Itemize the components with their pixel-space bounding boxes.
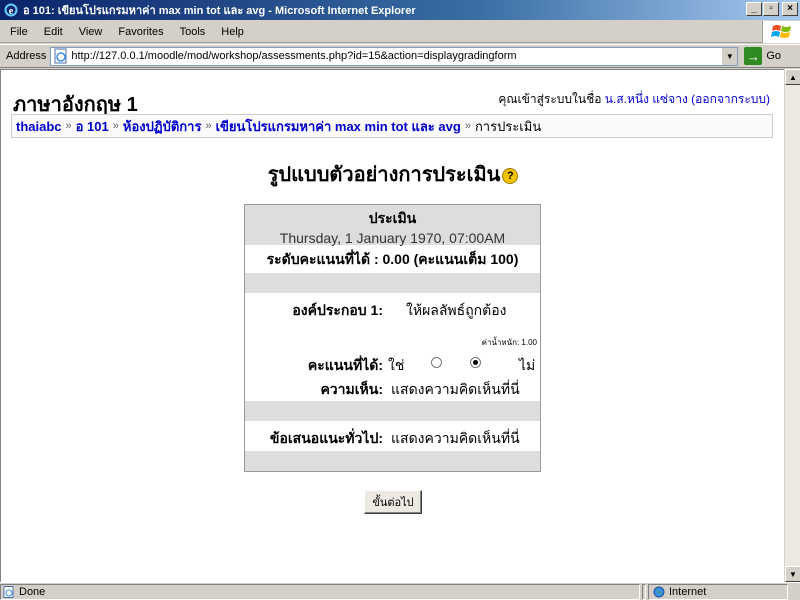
breadcrumb-site[interactable]: thaiabc (16, 119, 62, 134)
address-field[interactable]: ▼ (50, 46, 739, 66)
menu-help[interactable]: Help (213, 22, 252, 42)
page-done-icon (3, 585, 15, 598)
breadcrumb-course[interactable]: อ 101 (76, 116, 109, 137)
grading-form: ประเมิน Thursday, 1 January 1970, 07:00A… (244, 204, 541, 472)
login-info: คุณเข้าสู่ระบบในชื่อ น.ส.หนึ่ง แซ่จาง (อ… (498, 90, 770, 109)
form-header: ประเมิน Thursday, 1 January 1970, 07:00A… (245, 205, 540, 246)
no-label: ไม่ (519, 357, 536, 373)
menu-view[interactable]: View (71, 22, 111, 42)
globe-icon (653, 586, 665, 598)
menu-bar: File Edit View Favorites Tools Help (0, 21, 800, 43)
continue-button[interactable]: ขั้นต่อไป (364, 490, 422, 514)
menu-favorites[interactable]: Favorites (110, 22, 171, 42)
breadcrumb-separator: » (65, 120, 72, 132)
element-label: องค์ประกอบ 1: (292, 302, 383, 318)
breadcrumb-workshops[interactable]: ห้องปฏิบัติการ (123, 116, 202, 137)
zone-text: Internet (669, 585, 707, 598)
breadcrumb-activity[interactable]: เขียนโปรแกรมหาค่า max min tot และ avg (216, 116, 461, 137)
form-divider (245, 451, 540, 471)
security-zone: Internet (648, 583, 788, 600)
go-arrow-icon: → (744, 47, 763, 65)
status-text-area: Done (0, 583, 640, 600)
form-divider (245, 401, 540, 421)
breadcrumb-separator: » (112, 120, 119, 132)
scroll-up-button[interactable]: ▲ (785, 69, 800, 85)
chevron-down-icon: ▼ (725, 51, 734, 61)
score-line: ระดับคะแนนที่ได้ : 0.00 (คะแนนเต็ม 100) (266, 251, 519, 267)
go-label: Go (766, 50, 782, 62)
comment-value[interactable]: แสดงความคิดเห็นที่นี่ (391, 379, 520, 401)
page-content: ภาษาอังกฤษ 1 คุณเข้าสู่ระบบในชื่อ น.ส.หน… (0, 69, 784, 582)
user-profile-link[interactable]: น.ส.หนึ่ง แซ่จาง (605, 92, 688, 106)
close-button[interactable]: × (782, 2, 798, 16)
element-description: ให้ผลลัพธ์ถูกต้อง (406, 302, 507, 318)
page-title: รูปแบบตัวอย่างการประเมิน? (1, 158, 784, 190)
window-title-bar[interactable]: e อ 101: เขียนโปรแกรมหาค่า max min tot แ… (0, 0, 800, 20)
minimize-button[interactable]: _ (746, 2, 762, 16)
windows-logo-icon (762, 21, 800, 43)
no-radio[interactable] (470, 357, 481, 368)
menu-tools[interactable]: Tools (172, 22, 214, 42)
weight-label: ค่าน้ำหนัก: 1.00 (481, 338, 537, 347)
menu-edit[interactable]: Edit (36, 22, 71, 42)
help-icon[interactable]: ? (502, 167, 519, 184)
form-heading: ประเมิน (368, 210, 417, 226)
svg-text:e: e (9, 6, 14, 17)
page-icon (53, 48, 69, 64)
maximize-button[interactable]: ▫ (763, 2, 779, 16)
menu-file[interactable]: File (0, 22, 36, 42)
yes-label: ใช่ (388, 357, 405, 373)
page-title-text: รูปแบบตัวอย่างการประเมิน (267, 164, 501, 186)
address-label: Address (6, 50, 47, 62)
go-button[interactable]: → Go (744, 47, 781, 65)
comment-label: ความเห็น: (320, 381, 383, 397)
form-divider (245, 273, 540, 293)
breadcrumb-current: การประเมิน (474, 118, 542, 134)
status-cell (642, 583, 646, 600)
logout-link[interactable]: (ออกจากระบบ) (691, 92, 770, 106)
scroll-down-button[interactable]: ▼ (785, 566, 800, 582)
vertical-scrollbar[interactable]: ▲ ▼ (784, 69, 800, 582)
general-comment-value[interactable]: แสดงความคิดเห็นที่นี่ (391, 428, 520, 450)
breadcrumb-separator: » (205, 120, 212, 132)
url-input[interactable] (71, 50, 712, 62)
arrow-up-icon: ▲ (789, 72, 797, 82)
breadcrumb-separator: » (464, 120, 471, 132)
window-title: อ 101: เขียนโปรแกรมหาค่า max min tot และ… (23, 5, 416, 17)
internet-explorer-icon: e (3, 2, 19, 18)
status-bar: Done Internet (0, 582, 800, 600)
arrow-down-icon: ▼ (789, 569, 797, 579)
general-comment-label: ข้อเสนอแนะทั่วไป: (269, 430, 383, 446)
status-text: Done (19, 585, 46, 598)
radio-selected-dot (473, 360, 478, 365)
grade-label: คะแนนที่ได้: (307, 357, 383, 373)
address-bar: Address ▼ → Go (0, 44, 800, 68)
login-prefix: คุณเข้าสู่ระบบในชื่อ (498, 92, 602, 106)
breadcrumb: thaiabc » อ 101 » ห้องปฏิบัติการ » เขียน… (11, 114, 773, 138)
address-dropdown-button[interactable]: ▼ (721, 47, 738, 65)
yes-radio[interactable] (431, 357, 442, 368)
form-date: Thursday, 1 January 1970, 07:00AM (279, 230, 506, 246)
